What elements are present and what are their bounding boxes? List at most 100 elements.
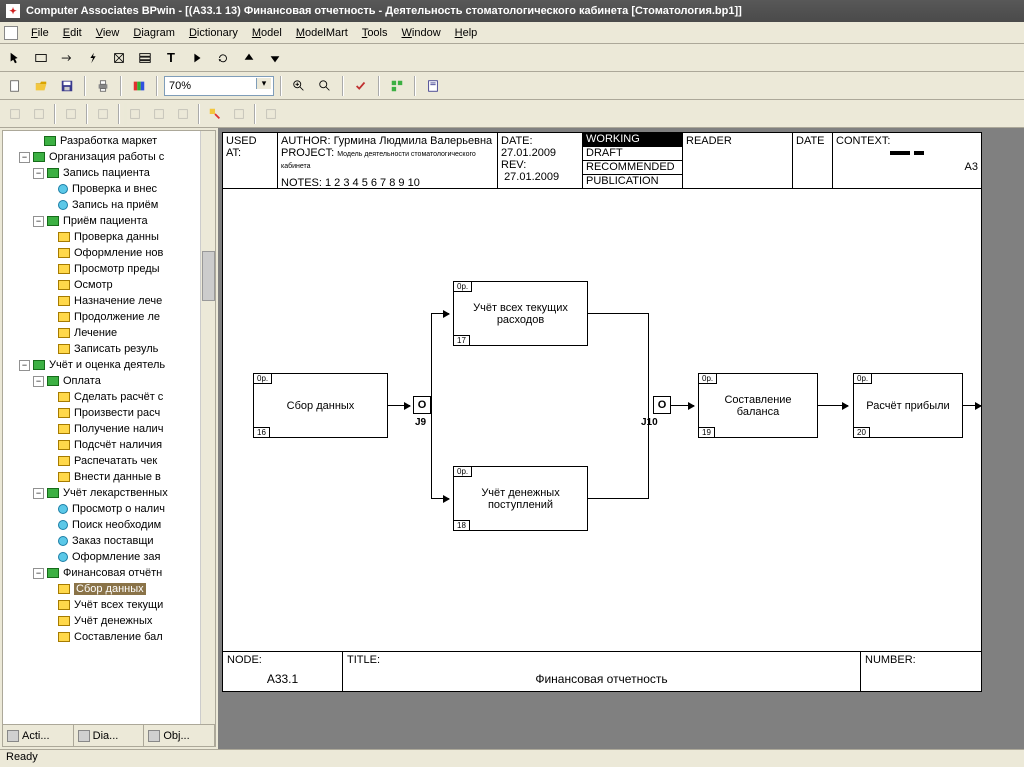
- menu-file[interactable]: File: [24, 25, 56, 41]
- referent-tool[interactable]: [108, 47, 130, 69]
- tree-view[interactable]: Разработка маркет−Организация работы с−З…: [3, 131, 215, 724]
- mm-1[interactable]: [4, 103, 26, 125]
- tab-activities[interactable]: Acti...: [3, 725, 74, 746]
- tree-node[interactable]: Учёт денежных: [5, 613, 213, 629]
- rotate-tool[interactable]: [212, 47, 234, 69]
- tree-node[interactable]: Произвести расч: [5, 405, 213, 421]
- mm-6[interactable]: [148, 103, 170, 125]
- open-button[interactable]: [30, 75, 52, 97]
- tree-label: Приём пациента: [63, 215, 148, 227]
- palette-button[interactable]: [128, 75, 150, 97]
- mm-9[interactable]: [260, 103, 282, 125]
- tree-node[interactable]: Просмотр преды: [5, 261, 213, 277]
- check-button[interactable]: [350, 75, 372, 97]
- menu-window[interactable]: Window: [395, 25, 448, 41]
- tree-node[interactable]: Учёт всех текущи: [5, 597, 213, 613]
- expand-icon[interactable]: −: [33, 168, 44, 179]
- zoom-combo[interactable]: 70%: [164, 76, 274, 96]
- tree-node[interactable]: Составление бал: [5, 629, 213, 645]
- arrow: [431, 313, 432, 405]
- tree-node[interactable]: Поиск необходим: [5, 517, 213, 533]
- tree-node[interactable]: −Финансовая отчётн: [5, 565, 213, 581]
- new-button[interactable]: [4, 75, 26, 97]
- text-tool[interactable]: T: [160, 47, 182, 69]
- tree-node[interactable]: Подсчёт наличия: [5, 437, 213, 453]
- zoom-in-button[interactable]: [288, 75, 310, 97]
- tree-label: Учёт денежных: [74, 615, 152, 627]
- junction-j10[interactable]: O: [653, 396, 671, 414]
- box-balans[interactable]: 0р.19 Составление баланса: [698, 373, 818, 438]
- arrow-tool[interactable]: [56, 47, 78, 69]
- mm-2[interactable]: [28, 103, 50, 125]
- menu-model[interactable]: Model: [245, 25, 289, 41]
- expand-icon[interactable]: −: [33, 216, 44, 227]
- tree-node[interactable]: −Учёт лекарственных: [5, 485, 213, 501]
- tree-node[interactable]: Внести данные в: [5, 469, 213, 485]
- tree-node[interactable]: Оформление зая: [5, 549, 213, 565]
- save-button[interactable]: [56, 75, 78, 97]
- mm-4[interactable]: [92, 103, 114, 125]
- tree-node[interactable]: Записать резуль: [5, 341, 213, 357]
- tree-node[interactable]: Запись на приём: [5, 197, 213, 213]
- menu-view[interactable]: View: [89, 25, 127, 41]
- tab-diagrams[interactable]: Dia...: [74, 725, 145, 746]
- tree-node[interactable]: Получение налич: [5, 421, 213, 437]
- tree-label: Просмотр о налич: [72, 503, 165, 515]
- tree-node[interactable]: −Организация работы с: [5, 149, 213, 165]
- zoom-fit-button[interactable]: [314, 75, 336, 97]
- mm-8[interactable]: [228, 103, 250, 125]
- tree-node[interactable]: Проверка данны: [5, 229, 213, 245]
- tree-node[interactable]: Проверка и внес: [5, 181, 213, 197]
- tree-node[interactable]: Разработка маркет: [5, 133, 213, 149]
- box-uchet-rashodov[interactable]: 0р.17 Учёт всех текущих расходов: [453, 281, 588, 346]
- expand-icon[interactable]: −: [19, 152, 30, 163]
- play-tool[interactable]: [186, 47, 208, 69]
- box-uchet-postupleniy[interactable]: 0р.18 Учёт денежных поступлений: [453, 466, 588, 531]
- menu-edit[interactable]: Edit: [56, 25, 89, 41]
- menu-diagram[interactable]: Diagram: [126, 25, 182, 41]
- tree-node[interactable]: Лечение: [5, 325, 213, 341]
- menu-modelmart[interactable]: ModelMart: [289, 25, 355, 41]
- mm-3[interactable]: [60, 103, 82, 125]
- mm-editor[interactable]: [204, 103, 226, 125]
- tree-node[interactable]: Заказ поставщи: [5, 533, 213, 549]
- box-pribyl[interactable]: 0р.20 Расчёт прибыли: [853, 373, 963, 438]
- tree-node[interactable]: −Оплата: [5, 373, 213, 389]
- menu-help[interactable]: Help: [448, 25, 485, 41]
- expand-icon[interactable]: −: [19, 360, 30, 371]
- tree-node[interactable]: Назначение лече: [5, 293, 213, 309]
- tree-node[interactable]: Продолжение ле: [5, 309, 213, 325]
- datastore-tool[interactable]: [134, 47, 156, 69]
- tree-node[interactable]: Оформление нов: [5, 245, 213, 261]
- tree-node[interactable]: Сбор данных: [5, 581, 213, 597]
- box-sbor-dannyh[interactable]: 0р.16 Сбор данных: [253, 373, 388, 438]
- menu-dictionary[interactable]: Dictionary: [182, 25, 245, 41]
- expand-icon[interactable]: −: [33, 568, 44, 579]
- diagram-canvas-area[interactable]: USED AT: AUTHOR: Гурмина Людмила Валерье…: [218, 128, 1024, 749]
- arrow: [648, 313, 649, 405]
- print-button[interactable]: [92, 75, 114, 97]
- tree-node[interactable]: Осмотр: [5, 277, 213, 293]
- mm-5[interactable]: [124, 103, 146, 125]
- tree-node[interactable]: Просмотр о налич: [5, 501, 213, 517]
- scrollbar-thumb[interactable]: [202, 251, 215, 301]
- expand-icon[interactable]: −: [33, 376, 44, 387]
- tree-node[interactable]: −Запись пациента: [5, 165, 213, 181]
- tab-objects[interactable]: Obj...: [144, 725, 215, 746]
- model-explorer-button[interactable]: [386, 75, 408, 97]
- down-tool[interactable]: [264, 47, 286, 69]
- expand-icon[interactable]: −: [33, 488, 44, 499]
- lightning-tool[interactable]: [82, 47, 104, 69]
- report-button[interactable]: [422, 75, 444, 97]
- tree-node[interactable]: −Учёт и оценка деятель: [5, 357, 213, 373]
- activity-box-tool[interactable]: [30, 47, 52, 69]
- up-tool[interactable]: [238, 47, 260, 69]
- mm-7[interactable]: [172, 103, 194, 125]
- tree-node[interactable]: Сделать расчёт с: [5, 389, 213, 405]
- pointer-tool[interactable]: [4, 47, 26, 69]
- tree-node[interactable]: Распечатать чек: [5, 453, 213, 469]
- tree-node[interactable]: − Приём пациента: [5, 213, 213, 229]
- tree-scrollbar[interactable]: [200, 131, 215, 724]
- junction-j9[interactable]: O: [413, 396, 431, 414]
- menu-tools[interactable]: Tools: [355, 25, 395, 41]
